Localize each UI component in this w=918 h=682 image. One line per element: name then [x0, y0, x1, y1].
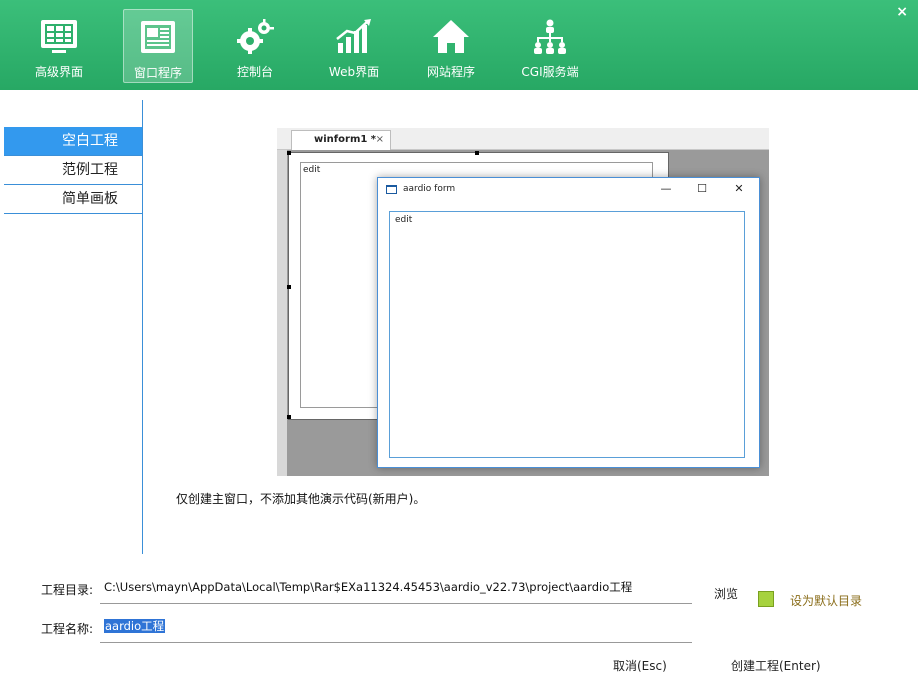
designer-tab-close-icon: ×	[375, 134, 384, 145]
default-dir-checkbox[interactable]	[758, 591, 774, 607]
sidebar-divider	[142, 100, 143, 554]
create-project-button[interactable]: 创建工程(Enter)	[731, 657, 821, 674]
form-titlebar: aardio form — ☐ ✕	[378, 178, 759, 200]
template-description: 仅创建主窗口，不添加其他演示代码(新用户)。	[176, 492, 426, 506]
cgi-server-icon	[534, 19, 566, 54]
maximize-icon: ☐	[697, 182, 707, 195]
set-default-dir-label[interactable]: 设为默认目录	[790, 592, 862, 609]
advanced-ui-icon	[41, 20, 77, 53]
project-dir-input[interactable]: C:\Users\mayn\AppData\Local\Temp\Rar$EXa…	[104, 579, 632, 595]
tab-cgi-server-label: CGI服务端	[521, 65, 579, 79]
project-name-underline	[100, 642, 692, 643]
tab-advanced-ui-label: 高级界面	[34, 65, 83, 79]
resize-handle	[287, 151, 291, 155]
template-sidebar: 空白工程 范例工程 简单画板	[4, 127, 142, 214]
tab-console[interactable]: 控制台	[220, 9, 290, 83]
sidebar-item-example-project[interactable]: 范例工程	[4, 156, 142, 185]
tab-window-app[interactable]: 窗口程序	[123, 9, 193, 83]
form-edit-control: edit	[389, 211, 745, 458]
tab-window-app-label: 窗口程序	[133, 66, 182, 80]
designer-left-bar	[277, 150, 287, 476]
project-dir-underline	[100, 603, 692, 604]
form-title: aardio form	[403, 184, 456, 194]
minimize-icon: —	[660, 182, 672, 195]
web-ui-chart-icon	[336, 19, 371, 53]
console-gears-icon	[237, 19, 274, 54]
form-edit-text: edit	[395, 215, 413, 225]
browse-button[interactable]: 浏览	[714, 585, 738, 602]
tab-console-label: 控制台	[236, 65, 273, 79]
designer-tab: winform1 * ×	[291, 130, 391, 150]
window-app-icon	[141, 21, 175, 53]
cancel-button[interactable]: 取消(Esc)	[613, 657, 667, 674]
close-icon: ✕	[734, 182, 744, 195]
project-name-selected-text: aardio工程	[104, 619, 166, 633]
resize-handle	[287, 415, 291, 419]
tab-web-ui-label: Web界面	[328, 65, 380, 79]
designer-edit-text: edit	[303, 165, 321, 175]
tab-web-ui[interactable]: Web界面	[319, 9, 389, 83]
sidebar-item-blank-project[interactable]: 空白工程	[4, 127, 142, 156]
tab-cgi-server[interactable]: CGI服务端	[515, 9, 585, 83]
project-name-input[interactable]: aardio工程	[104, 618, 166, 634]
project-name-label: 工程名称:	[41, 622, 94, 636]
close-icon[interactable]: ×	[896, 4, 908, 20]
website-home-icon	[433, 20, 469, 53]
designer-tabstrip: winform1 * ×	[277, 128, 769, 150]
template-preview: winform1 * × edit aardio form — ☐ ✕ edit	[277, 128, 769, 476]
resize-handle	[475, 151, 479, 155]
designer-tab-label: winform1 *	[314, 134, 377, 145]
resize-handle	[287, 285, 291, 289]
tab-advanced-ui[interactable]: 高级界面	[24, 9, 94, 83]
tab-website-label: 网站程序	[426, 65, 475, 79]
top-toolbar: 高级界面 窗口程序 控制台 Web界面 网站程序 CGI服务端 ×	[0, 0, 918, 90]
window-icon	[386, 185, 397, 194]
project-dir-label: 工程目录:	[41, 583, 94, 597]
tab-website[interactable]: 网站程序	[416, 9, 486, 83]
aardio-form-window: aardio form — ☐ ✕ edit	[377, 177, 760, 468]
sidebar-item-simple-canvas[interactable]: 简单画板	[4, 185, 142, 214]
